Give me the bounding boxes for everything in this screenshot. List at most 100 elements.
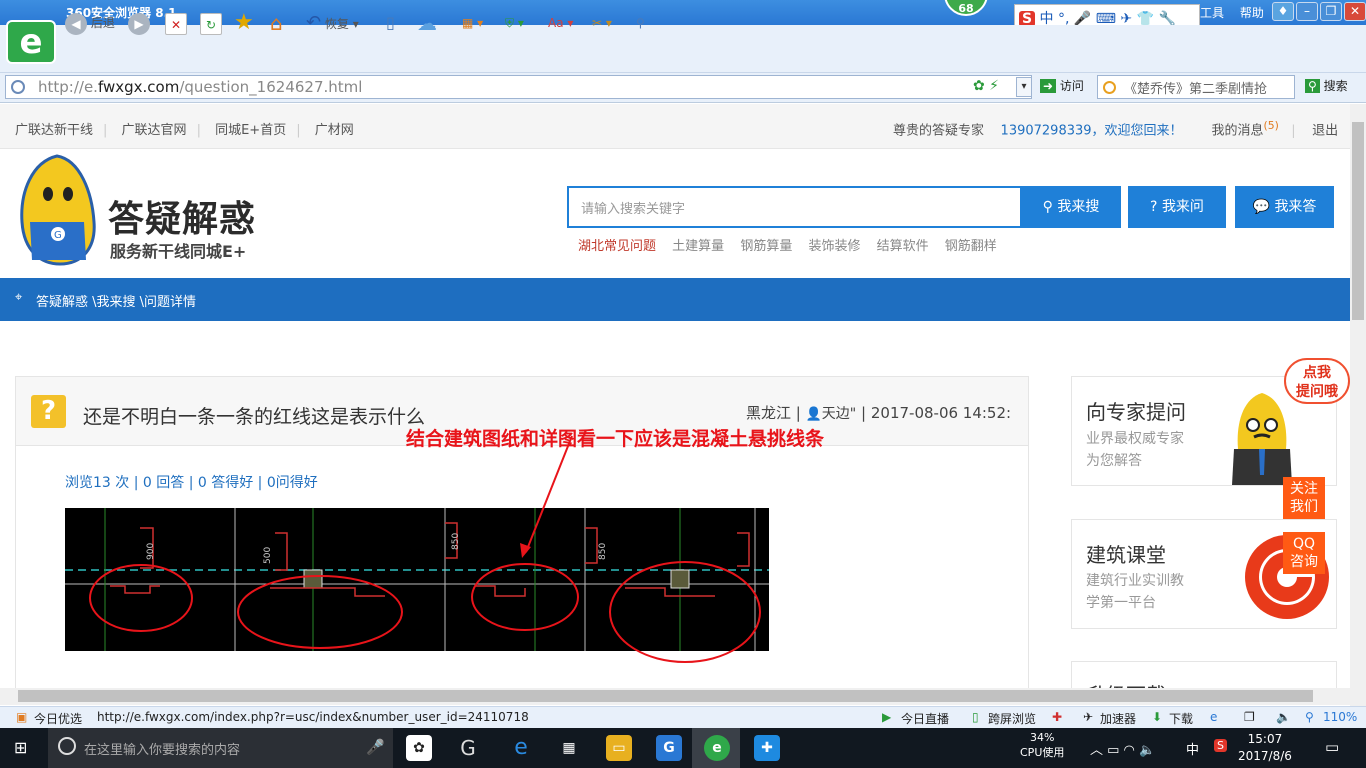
go-button[interactable]: ➜ 访问 xyxy=(1040,77,1084,94)
upgrade-download-card[interactable]: 升级下载 xyxy=(1071,661,1337,691)
svg-text:G: G xyxy=(54,230,62,241)
taskbar-app-icon[interactable]: G xyxy=(455,735,481,761)
browser-search-input[interactable]: 《楚乔传》第二季剧情抢 xyxy=(1097,75,1295,99)
site-topnav: 广联达新干线 | 广联达官网 | 同城E+首页 | 广材网 尊贵的答疑专家 13907… xyxy=(0,104,1350,149)
browser-logo-icon[interactable]: e xyxy=(6,20,56,64)
hot-keyword[interactable]: 湖北常见问题 xyxy=(578,239,656,254)
chat-icon: 💬 xyxy=(1252,199,1270,215)
tray-icons[interactable]: ︿ ▭ ◠ 🔈 xyxy=(1090,739,1155,758)
hot-keyword[interactable]: 土建算量 xyxy=(672,239,724,254)
minimize-button[interactable]: – xyxy=(1296,2,1318,21)
taskbar-app-icon[interactable]: G xyxy=(656,735,682,761)
edge-icon[interactable]: e xyxy=(508,735,534,761)
refresh-button[interactable]: ↻ xyxy=(200,11,222,35)
nav-link-glodon[interactable]: 广联达官网 xyxy=(122,123,187,138)
location-pin-icon: ⌖ xyxy=(15,290,23,305)
window-icon[interactable]: ❐ xyxy=(1244,710,1255,724)
taskbar-app-icon[interactable]: ✚ xyxy=(754,735,780,761)
breadcrumb[interactable]: 答疑解惑 \我来搜 \问题详情 xyxy=(36,295,196,310)
status-url: http://e.fwxgx.com/index.php?r=usc/index… xyxy=(97,710,529,724)
today-live[interactable]: 今日直播 xyxy=(901,710,949,727)
menu-bar: 工具 帮助 xyxy=(1200,4,1276,21)
cad-dim-label: 500 xyxy=(263,547,273,564)
store-icon[interactable]: ▦ xyxy=(556,735,582,761)
phone-status-icon: ▯ xyxy=(972,710,979,724)
site-search-input[interactable]: 请输入搜索关键字 xyxy=(567,186,1022,228)
cad-dim-label: 850 xyxy=(451,533,461,550)
downloads[interactable]: 下载 xyxy=(1169,710,1193,727)
qq-consult-tab[interactable]: QQ 咨询 xyxy=(1283,532,1325,574)
search-button[interactable]: ⚲ 我来搜 xyxy=(1021,186,1121,228)
answer-button[interactable]: 💬 我来答 xyxy=(1235,186,1334,228)
file-explorer-icon[interactable]: ▭ xyxy=(606,735,632,761)
accelerator[interactable]: 加速器 xyxy=(1100,710,1136,727)
search-engine-icon[interactable] xyxy=(1103,81,1116,94)
building-class-desc: 学第一平台 xyxy=(1086,595,1156,611)
back-button[interactable]: ◀ 后退 xyxy=(65,11,115,35)
nav-link-glodon-xgx[interactable]: 广联达新干线 xyxy=(15,123,93,138)
click-to-ask-bubble[interactable]: 点我 提问哦 xyxy=(1284,358,1350,404)
cross-screen[interactable]: 跨屏浏览 xyxy=(988,710,1036,727)
question-meta: 黑龙江 | 👤天边" | 2017-08-06 14:52:1 xyxy=(746,402,1012,423)
gift-icon: ▣ xyxy=(16,710,28,724)
taskbar-app-icon[interactable]: ✿ xyxy=(406,735,432,761)
taskbar-search-input[interactable]: 在这里输入你要搜索的内容 xyxy=(48,728,393,768)
cad-drawing-image[interactable]: 900 500 850 850 xyxy=(65,508,769,651)
stop-button[interactable]: ✕ xyxy=(165,11,187,35)
vertical-scroll-thumb[interactable] xyxy=(1352,122,1364,320)
zoom-level[interactable]: 110% xyxy=(1323,710,1357,724)
skin-icon[interactable]: ♦ xyxy=(1272,2,1294,21)
horizontal-scroll-thumb[interactable] xyxy=(18,690,1313,702)
clock[interactable]: 15:07 2017/8/6 xyxy=(1238,731,1292,765)
hot-keyword[interactable]: 钢筋算量 xyxy=(740,239,792,254)
logout-link[interactable]: 退出 xyxy=(1312,123,1338,138)
shield-icon[interactable]: ⛨ ▾ xyxy=(505,11,524,35)
medical-icon[interactable]: ✚ xyxy=(1052,710,1062,724)
windows-start-icon[interactable]: ⊞ xyxy=(14,738,27,757)
volume-icon[interactable]: 🔈 xyxy=(1276,710,1291,724)
nav-link-tongcheng[interactable]: 同城E+首页 xyxy=(215,123,286,138)
speedup-icon[interactable]: ✿ ⚡ xyxy=(973,78,999,94)
address-dropdown-icon[interactable]: ▾ xyxy=(1016,77,1032,97)
home-icon[interactable]: ⌂ xyxy=(270,11,283,35)
sogou-tray-icon[interactable]: S xyxy=(1214,739,1227,752)
user-phone-link[interactable]: 13907298339，欢迎您回来！ xyxy=(1001,123,1183,138)
ie-icon[interactable]: e xyxy=(1210,710,1217,724)
question-user[interactable]: 天边" xyxy=(822,406,856,422)
menu-help[interactable]: 帮助 xyxy=(1240,6,1264,20)
translate-icon[interactable]: Aa ▾ xyxy=(548,11,573,35)
forward-button[interactable]: ▶ xyxy=(128,11,150,35)
address-bar[interactable]: http://e.fwxgx.com/question_1624627.html xyxy=(5,75,1032,99)
nav-link-guangcai[interactable]: 广材网 xyxy=(315,123,354,138)
restore-button[interactable]: ↶ 恢复 ▾ xyxy=(306,11,359,35)
ask-button[interactable]: ? 我来问 xyxy=(1128,186,1226,228)
mascot-logo[interactable]: G xyxy=(12,152,102,268)
today-picks[interactable]: 今日优选 xyxy=(34,710,82,727)
hot-keyword[interactable]: 结算软件 xyxy=(877,239,929,254)
menu-tools[interactable]: 工具 xyxy=(1200,6,1224,20)
annotation-text: 结合建筑图纸和详图看一下应该是混凝土悬挑线条 xyxy=(406,428,825,450)
favorites-star-icon[interactable]: ★ xyxy=(234,11,254,35)
notification-icon[interactable]: ▭ xyxy=(1325,738,1339,756)
screenshot-icon[interactable]: ✂ ▾ xyxy=(592,11,612,35)
hot-keyword[interactable]: 钢筋翻样 xyxy=(945,239,997,254)
input-method-indicator[interactable]: 中 xyxy=(1186,739,1199,758)
rocket-icon: ✈ xyxy=(1083,710,1094,724)
zoom-search-icon[interactable]: ⚲ xyxy=(636,11,645,35)
question-location: 黑龙江 | xyxy=(746,404,801,422)
ask-expert-title: 向专家提问 xyxy=(1086,400,1186,424)
close-window-button[interactable]: ✕ xyxy=(1344,2,1366,21)
my-messages-link[interactable]: 我的消息 xyxy=(1211,123,1263,138)
apps-icon[interactable]: ▦ ▾ xyxy=(462,11,483,35)
cloud-icon[interactable]: ☁ xyxy=(417,11,437,35)
search-icon: ⚲ xyxy=(1305,79,1320,93)
browser-360-taskbar-icon[interactable]: e xyxy=(704,735,730,761)
cpu-indicator[interactable]: 34% CPU使用 xyxy=(1020,731,1064,760)
phone-icon[interactable]: ▯ xyxy=(386,11,395,35)
cortana-icon[interactable] xyxy=(58,737,76,755)
follow-us-tab[interactable]: 关注 我们 xyxy=(1283,477,1325,519)
hot-keyword[interactable]: 装饰装修 xyxy=(808,239,860,254)
microphone-icon[interactable]: 🎤 xyxy=(366,738,385,756)
browser-search-button[interactable]: ⚲ 搜索 xyxy=(1305,77,1348,94)
maximize-button[interactable]: ❐ xyxy=(1320,2,1342,21)
